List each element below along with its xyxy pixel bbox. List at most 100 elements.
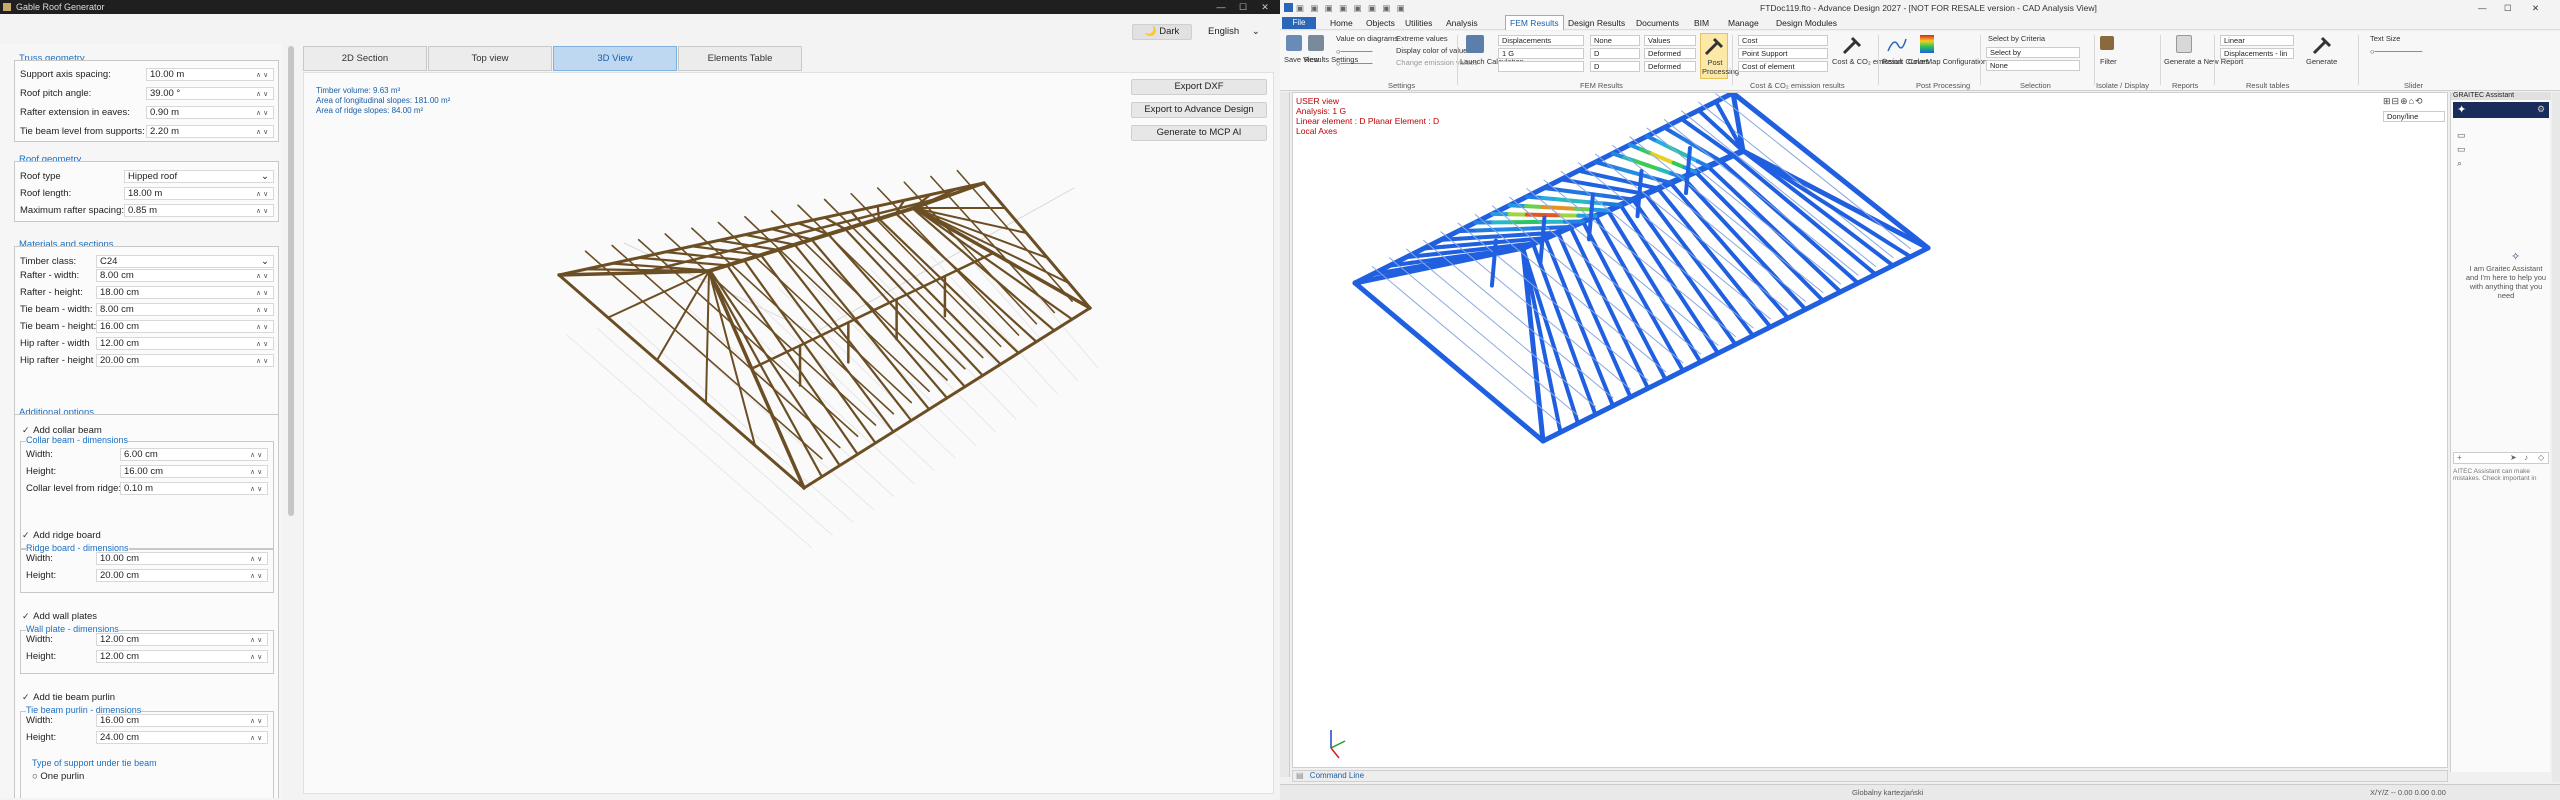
component-select[interactable]: None <box>1590 35 1640 46</box>
numeric-input[interactable]: 16.00 cm <box>96 714 268 727</box>
text-size-slider[interactable]: ○───────── <box>2370 47 2422 56</box>
colormap-icon[interactable] <box>1920 35 1934 53</box>
menu-tab[interactable]: Objects <box>1366 16 1395 30</box>
menu-tab[interactable]: Design Results <box>1568 16 1625 30</box>
spinner-icon[interactable]: ∧ ∨ <box>256 340 268 348</box>
extreme-values-option[interactable]: Extreme values <box>1396 34 1448 43</box>
minimize-icon[interactable]: — <box>1210 0 1232 14</box>
maximize-icon[interactable]: ☐ <box>1232 0 1254 14</box>
maximize-icon[interactable]: ☐ <box>2504 0 2512 16</box>
deformed-select-2[interactable]: Deformed <box>1644 61 1696 72</box>
menu-tab[interactable]: Documents <box>1636 16 1679 30</box>
add-wall-plates-checkbox[interactable]: ✓ Add wall plates <box>22 611 97 622</box>
spinner-icon[interactable]: ∧ ∨ <box>250 485 262 493</box>
cost-select[interactable]: Cost <box>1738 35 1828 46</box>
menu-tab[interactable]: FEM Results <box>1505 15 1564 30</box>
menu-tab[interactable]: Utilities <box>1405 16 1432 30</box>
numeric-input[interactable]: 6.00 cm <box>120 448 268 461</box>
plus-icon[interactable]: + <box>2457 453 2462 462</box>
result-type-select[interactable]: Displacements <box>1498 35 1584 46</box>
spinner-icon[interactable]: ∧ ∨ <box>250 717 262 725</box>
settings-gear-icon[interactable]: ⚙ <box>2537 104 2545 115</box>
properties-strip[interactable] <box>2552 92 2560 782</box>
menu-tab[interactable]: Home <box>1330 16 1353 30</box>
minimize-icon[interactable]: — <box>2478 0 2487 16</box>
menu-tab[interactable]: BIM <box>1694 16 1709 30</box>
quick-access-icons[interactable]: ▣ ▣ ▣ ▣ ▣ ▣ ▣ ▣ <box>1296 0 1407 16</box>
roof-type-select[interactable]: Hipped roof ⌄ <box>124 170 274 183</box>
select-by-select[interactable]: Select by <box>1986 47 2080 58</box>
3d-viewport[interactable]: Timber volume: 9.63 m³ Area of longitudi… <box>303 72 1274 794</box>
slider-option[interactable]: ○────── <box>1336 47 1372 56</box>
timber-class-select[interactable]: C24 ⌄ <box>96 255 274 268</box>
numeric-input[interactable]: 10.00 cm <box>96 552 268 565</box>
save-view-icon[interactable] <box>1286 35 1302 51</box>
assistant-side-icons[interactable]: ▭ ▭ ⌕ <box>2457 128 2466 170</box>
value-on-diagrams-option[interactable]: Value on diagrams <box>1336 34 1398 43</box>
numeric-input[interactable]: 8.00 cm <box>96 269 274 282</box>
numeric-input[interactable]: 24.00 cm <box>96 731 268 744</box>
numeric-input[interactable]: 18.00 m <box>124 187 274 200</box>
close-icon[interactable]: ✕ <box>2532 0 2539 16</box>
numeric-input[interactable]: 16.00 cm <box>96 320 274 333</box>
generate-mcp-button[interactable]: Generate to MCP AI <box>1131 125 1267 141</box>
numeric-input[interactable]: 16.00 cm <box>120 465 268 478</box>
spinner-icon[interactable]: ∧ ∨ <box>256 90 268 98</box>
slider-option-2[interactable]: ○────── <box>1336 59 1372 68</box>
numeric-input[interactable]: 39.00 ° <box>146 87 274 100</box>
numeric-input[interactable]: 20.00 cm <box>96 569 268 582</box>
spinner-icon[interactable]: ∧ ∨ <box>256 357 268 365</box>
numeric-input[interactable]: 0.10 m <box>120 482 268 495</box>
fem-results-viewport[interactable]: USER view Analysis: 1 G Linear element :… <box>1292 92 2448 768</box>
spinner-icon[interactable]: ∧ ∨ <box>256 109 268 117</box>
panel-scrollbar[interactable] <box>288 46 294 516</box>
numeric-input[interactable]: 10.00 m <box>146 68 274 81</box>
linear-select[interactable]: Linear <box>2220 35 2294 46</box>
spinner-icon[interactable]: ∧ ∨ <box>256 207 268 215</box>
numeric-input[interactable]: 8.00 cm <box>96 303 274 316</box>
spinner-icon[interactable]: ∧ ∨ <box>256 71 268 79</box>
send-icon[interactable]: ➤ <box>2510 453 2517 462</box>
numeric-input[interactable]: 12.00 cm <box>96 633 268 646</box>
report-icon[interactable] <box>2176 35 2192 53</box>
result-curves-icon[interactable] <box>1886 35 1908 53</box>
point-support-select[interactable]: Point Support <box>1738 48 1828 59</box>
spinner-icon[interactable]: ∧ ∨ <box>250 555 262 563</box>
language-select[interactable]: English ⌄ <box>1208 26 1260 37</box>
tab-elements-table[interactable]: Elements Table <box>678 46 802 71</box>
cost-element-select[interactable]: Cost of element <box>1738 61 1828 72</box>
deformed-select[interactable]: Deformed <box>1644 48 1696 59</box>
tab-top-view[interactable]: Top view <box>428 46 552 71</box>
menu-tab[interactable]: Manage <box>1728 16 1759 30</box>
numeric-input[interactable]: 18.00 cm <box>96 286 274 299</box>
spinner-icon[interactable]: ∧ ∨ <box>256 128 268 136</box>
numeric-input[interactable]: 20.00 cm <box>96 354 274 367</box>
load-case-select[interactable]: 1 G <box>1498 48 1584 59</box>
theme-toggle-button[interactable]: 🌙 Dark <box>1132 24 1192 40</box>
spinner-icon[interactable]: ∧ ∨ <box>250 572 262 580</box>
export-dxf-button[interactable]: Export DXF <box>1131 79 1267 95</box>
numeric-input[interactable]: 0.90 m <box>146 106 274 119</box>
one-purlin-radio[interactable]: ○ One purlin <box>32 771 84 782</box>
file-menu-button[interactable]: File <box>1282 17 1316 29</box>
numeric-input[interactable]: 12.00 cm <box>96 337 274 350</box>
spinner-icon[interactable]: ∧ ∨ <box>256 306 268 314</box>
extra-select[interactable] <box>1498 61 1584 72</box>
spinner-icon[interactable]: ∧ ∨ <box>250 734 262 742</box>
shield-icon[interactable]: ◇ <box>2538 453 2544 462</box>
spinner-icon[interactable]: ∧ ∨ <box>256 323 268 331</box>
values-select[interactable]: Values <box>1644 35 1696 46</box>
spinner-icon[interactable]: ∧ ∨ <box>250 653 262 661</box>
filter-icon[interactable] <box>2100 36 2114 50</box>
spinner-icon[interactable]: ∧ ∨ <box>250 468 262 476</box>
add-ridge-board-checkbox[interactable]: ✓ Add ridge board <box>22 530 101 541</box>
select-none-select[interactable]: None <box>1986 60 2080 71</box>
menu-tab[interactable]: Design Modules <box>1776 16 1837 30</box>
tab-3d-view[interactable]: 3D View <box>553 46 677 71</box>
add-tie-purlin-checkbox[interactable]: ✓ Add tie beam purlin <box>22 692 115 703</box>
display-color-option[interactable]: Display color of values <box>1396 46 1471 55</box>
spinner-icon[interactable]: ∧ ∨ <box>256 190 268 198</box>
table-type-select[interactable]: Displacements - lin <box>2220 48 2294 59</box>
numeric-input[interactable]: 0.85 m <box>124 204 274 217</box>
assistant-input[interactable]: + ➤ ♪ ◇ <box>2453 452 2549 464</box>
